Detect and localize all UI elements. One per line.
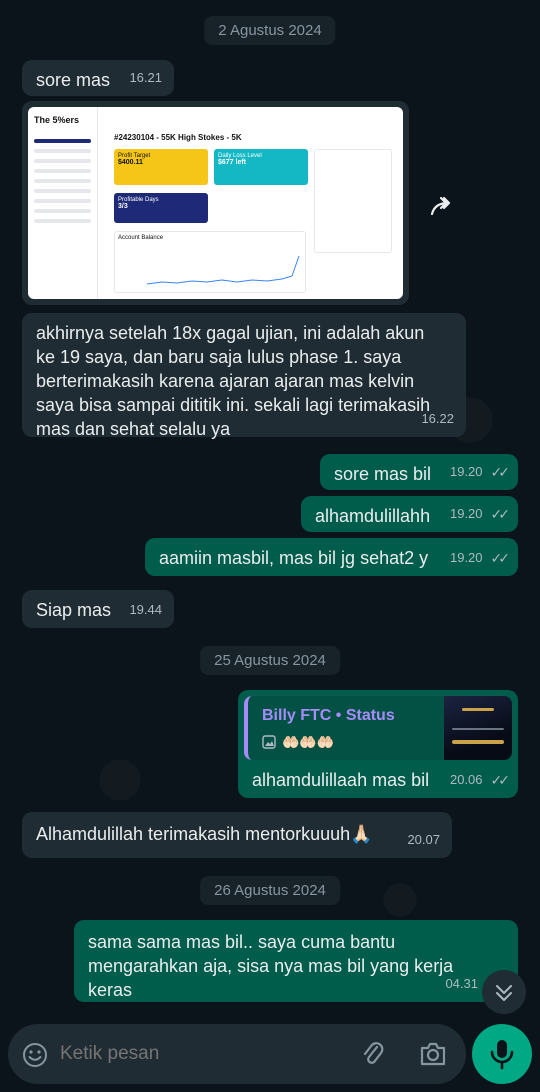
message-outgoing[interactable]: aamiin masbil, mas bil jg sehat2 y 19.20… <box>145 538 518 576</box>
image-icon <box>262 735 276 749</box>
date-separator: 2 Agustus 2024 <box>204 16 336 45</box>
message-text: sama sama mas bil.. saya cuma bantu meng… <box>88 932 454 1000</box>
message-text: Alhamdulillah terimakasih mentorkuuuh🙏🏻 <box>36 824 373 844</box>
message-time: 16.21 <box>129 70 162 85</box>
message-time: 16.22 <box>421 411 454 426</box>
thumbnail-logo: The 5%ers <box>34 115 80 125</box>
message-time: 19.20 <box>449 506 483 521</box>
thumbnail-sidebar: The 5%ers <box>28 107 98 299</box>
thumbnail-title: #24230104 - 55K High Stokes - 5K <box>114 133 242 142</box>
image-message[interactable]: The 5%ers #24230104 - 55K High Stokes - … <box>22 101 409 305</box>
read-ticks-icon: ✓✓ <box>490 464 511 480</box>
message-time: 19.20 <box>449 464 483 479</box>
message-time: 04.31 <box>445 976 478 991</box>
read-ticks-icon: ✓✓ <box>490 772 511 788</box>
thumbnail-loss-card: Daily Loss Level $677 left <box>214 149 308 185</box>
message-incoming[interactable]: Alhamdulillah terimakasih mentorkuuuh🙏🏻 … <box>22 812 452 858</box>
message-text: sore mas <box>36 70 111 90</box>
thumbnail-balance-chart: Account Balance <box>114 231 306 293</box>
message-text: akhirnya setelah 18x gagal ujian, ini ad… <box>36 323 431 439</box>
message-incoming[interactable]: akhirnya setelah 18x gagal ujian, ini ad… <box>22 313 466 439</box>
message-time: 19.44 <box>129 602 162 617</box>
emoji-icon[interactable] <box>22 1042 48 1068</box>
message-outgoing[interactable]: alhamdulillahh 19.20 ✓✓ <box>301 496 518 532</box>
date-separator: 26 Agustus 2024 <box>200 876 340 905</box>
quoted-status[interactable]: Billy FTC • Status 🤲🏻🤲🏻🤲🏻 <box>244 696 512 760</box>
status-thumbnail <box>444 696 512 760</box>
attach-icon[interactable] <box>360 1040 386 1068</box>
date-separator: 25 Agustus 2024 <box>200 646 340 675</box>
forward-icon[interactable] <box>428 192 458 222</box>
microphone-icon <box>490 1040 514 1070</box>
message-incoming[interactable]: Siap mas 19.44 <box>22 590 174 628</box>
message-text: Siap mas <box>36 600 112 620</box>
message-time: 19.20 <box>449 550 483 565</box>
read-ticks-icon: ✓✓ <box>490 506 511 522</box>
scroll-down-button[interactable] <box>482 970 526 1014</box>
message-outgoing[interactable]: sama sama mas bil.. saya cuma bantu meng… <box>74 920 518 1002</box>
message-time: 20.06 <box>449 772 483 787</box>
message-text: aamiin masbil, mas bil jg sehat2 y <box>159 548 429 568</box>
message-input[interactable] <box>60 1036 350 1072</box>
thumbnail-profit-card: Profit Target $400.11 <box>114 149 208 185</box>
quoted-author: Billy FTC • Status <box>262 707 395 724</box>
chat-thread[interactable]: 2 Agustus 2024 sore mas 16.21 The 5%ers … <box>0 0 540 1092</box>
thumbnail-details-card <box>314 149 392 253</box>
message-time: 16.21 <box>358 278 391 293</box>
message-outgoing[interactable]: sore mas bil 19.20 ✓✓ <box>320 454 518 490</box>
quoted-text: 🤲🏻🤲🏻🤲🏻 <box>282 734 335 750</box>
message-incoming[interactable]: sore mas 16.21 <box>22 60 174 96</box>
voice-record-button[interactable] <box>472 1024 532 1084</box>
read-ticks-icon: ✓✓ <box>490 550 511 566</box>
message-text: alhamdulillahh <box>315 506 431 526</box>
camera-icon[interactable] <box>418 1040 448 1068</box>
image-thumbnail[interactable]: The 5%ers #24230104 - 55K High Stokes - … <box>28 107 403 299</box>
message-outgoing-reply[interactable]: Billy FTC • Status 🤲🏻🤲🏻🤲🏻 alhamdulillaah… <box>238 690 518 798</box>
message-time: 20.07 <box>407 832 440 847</box>
thumbnail-days-card: Profitable Days 3/3 <box>114 193 208 223</box>
message-text: sore mas bil <box>334 464 432 484</box>
chevron-down-icon <box>496 985 512 1001</box>
message-composer[interactable] <box>8 1024 466 1084</box>
